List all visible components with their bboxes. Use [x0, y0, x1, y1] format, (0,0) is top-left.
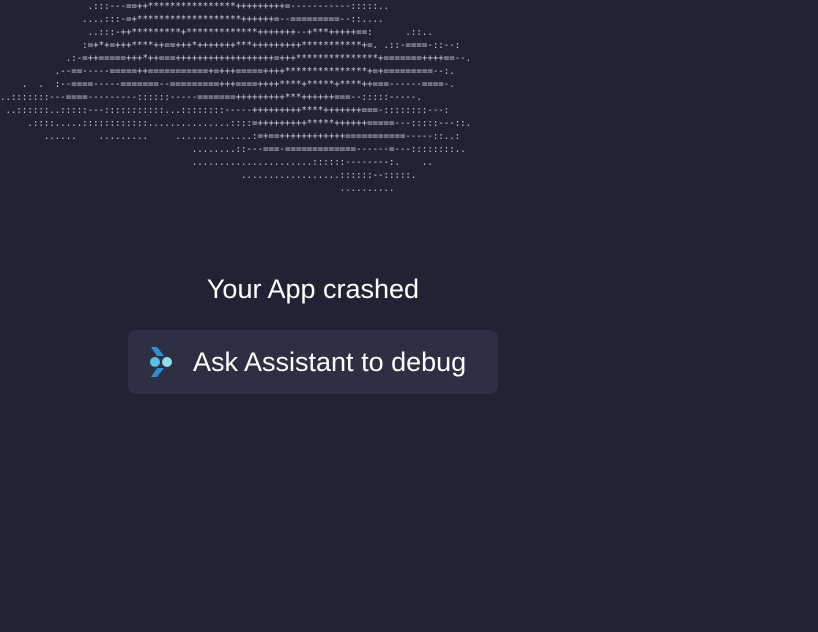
assistant-icon — [150, 347, 172, 377]
ascii-art-banner: .:::---==++****************+++++++++=---… — [0, 1, 472, 194]
ask-assistant-debug-button[interactable]: Ask Assistant to debug — [128, 330, 498, 394]
crash-screen: .:::---==++****************+++++++++=---… — [0, 0, 818, 632]
ask-assistant-debug-label: Ask Assistant to debug — [193, 346, 467, 377]
crash-title: Your App crashed — [206, 274, 420, 304]
